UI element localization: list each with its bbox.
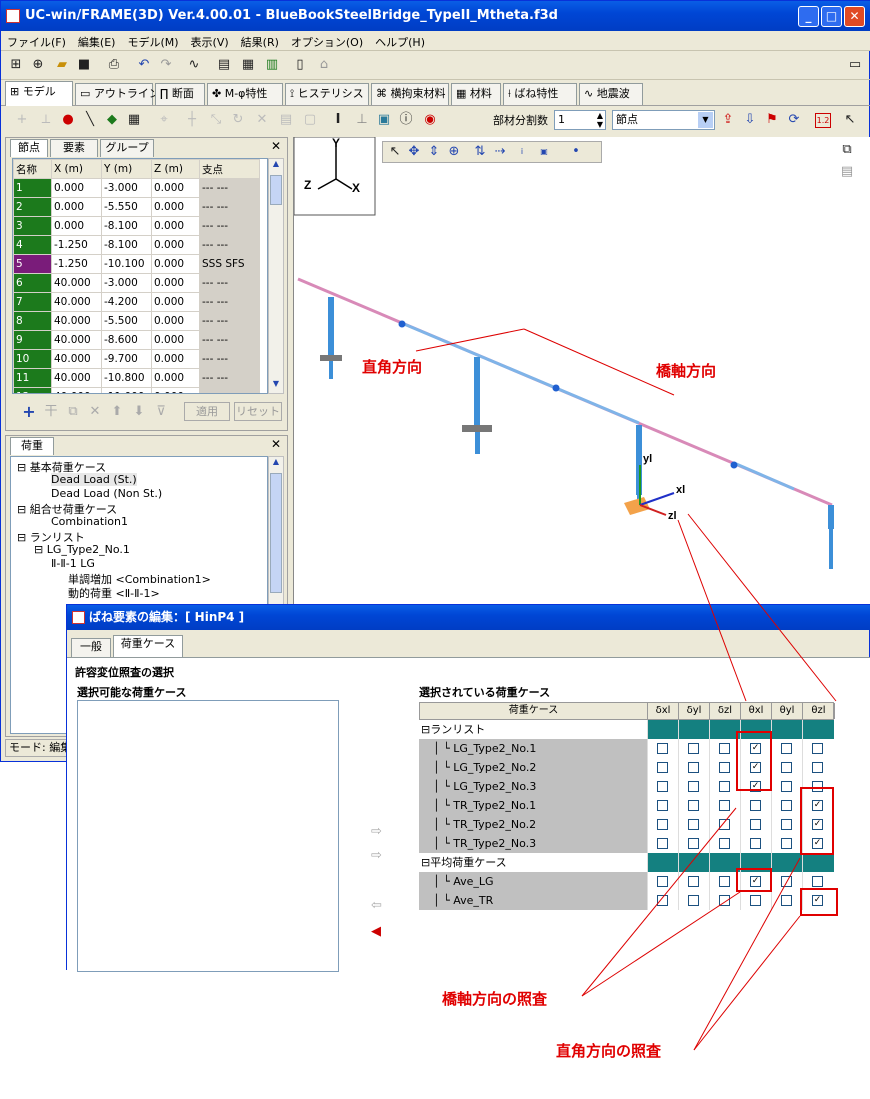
- annotation-lines: [581, 513, 837, 1051]
- annotation-perpendicular-check: 直角方向の照査: [556, 1042, 662, 1060]
- annotation-bridge-axis-check: 橋軸方向の照査: [442, 990, 548, 1008]
